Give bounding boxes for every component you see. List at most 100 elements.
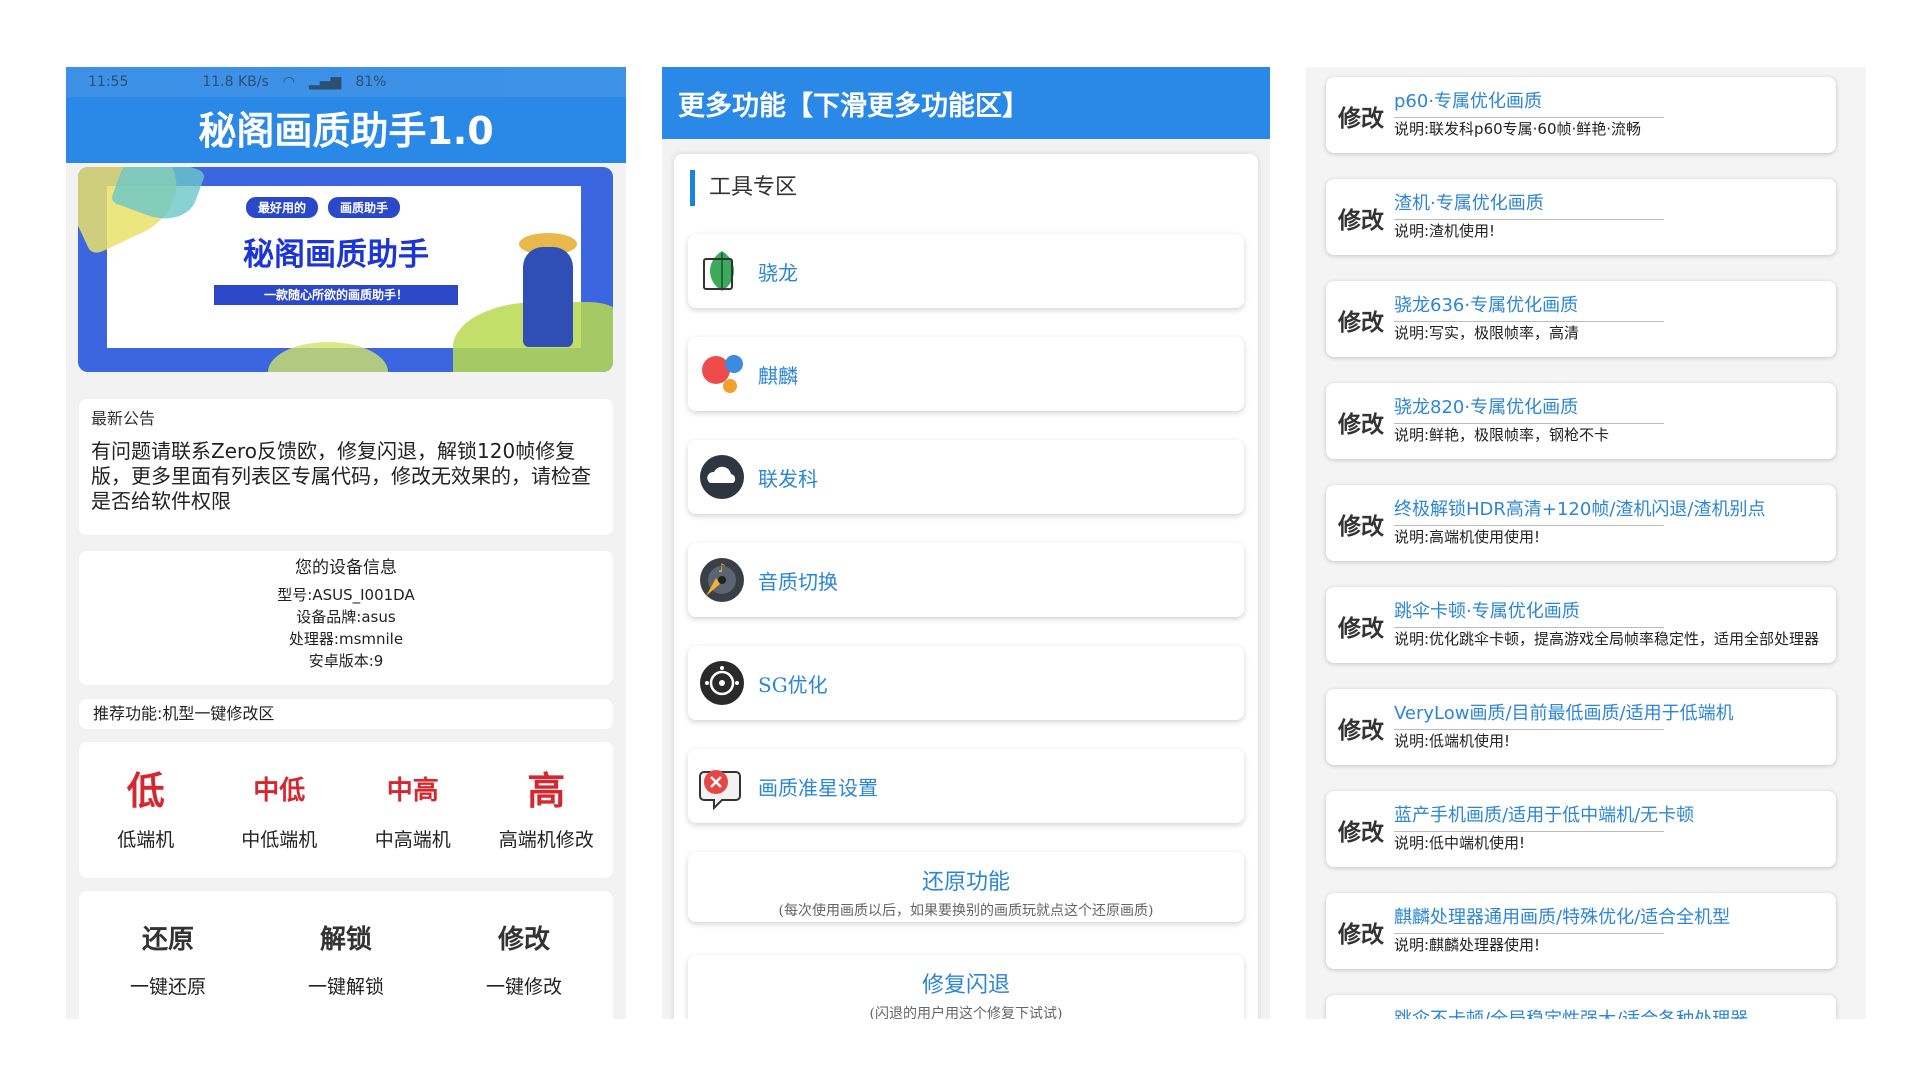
preset-item[interactable]: 修改 渣机·专属优化画质 说明:渣机使用!: [1326, 179, 1836, 255]
mode-mid-high-label: 中高端机: [374, 828, 451, 851]
preset-description: 说明:优化跳伞卡顿，提高游戏全局帧率稳定性，适用全部处理器: [1394, 630, 1820, 648]
preset-item[interactable]: 修改 骁龙636·专属优化画质 说明:写实，极限帧率，高清: [1326, 281, 1836, 357]
device-android-version: 安卓版本:9: [308, 652, 384, 670]
preset-title: 跳伞不卡顿/全局稳定性强大/适合各种处理器: [1394, 1005, 1748, 1019]
device-info-card: 您的设备信息 型号:ASUS_I001DA 设备品牌:asus 处理器:msmn…: [79, 551, 613, 685]
mode-mid-high-button[interactable]: 中高 中高端机: [353, 769, 473, 852]
ring-icon: [698, 659, 746, 707]
tool-kirin-button[interactable]: 麒麟: [688, 337, 1244, 411]
modify-button[interactable]: 修改: [1338, 405, 1384, 439]
preset-title: 渣机·专属优化画质: [1394, 189, 1664, 220]
preset-title: 蓝产手机画质/适用于低中端机/无卡顿: [1394, 801, 1694, 832]
modify-button[interactable]: 修改: [1338, 609, 1384, 643]
modify-button[interactable]: 修改: [1338, 303, 1384, 337]
more-features-title: 更多功能【下滑更多功能区】: [662, 79, 1270, 139]
preset-description: 说明:写实，极限帧率，高清: [1394, 324, 1580, 342]
tool-label: 画质准星设置: [758, 775, 878, 800]
preset-title: 骁龙820·专属优化画质: [1394, 393, 1664, 424]
modify-button[interactable]: 修改: [1338, 201, 1384, 235]
preset-item[interactable]: 修改 跳伞卡顿·专属优化画质 说明:优化跳伞卡顿，提高游戏全局帧率稳定性，适用全…: [1326, 587, 1836, 663]
preset-description: 说明:低端机使用!: [1394, 732, 1511, 750]
mode-high-glyph: 高: [527, 768, 566, 813]
preset-description: 说明:高端机使用使用!: [1394, 528, 1541, 546]
quick-action-grid: 还原 一键还原 解锁 一键解锁 修改 一键修改: [79, 891, 613, 1019]
modify-button[interactable]: 修改: [1338, 507, 1384, 541]
preset-title: 终极解锁HDR高清+120帧/渣机闪退/渣机别点: [1394, 495, 1765, 526]
unlock-glyph: 解锁: [319, 925, 372, 955]
preset-title: p60·专属优化画质: [1394, 87, 1664, 118]
cloud-icon: [698, 453, 746, 501]
tool-crosshair-settings-button[interactable]: 画质准星设置: [688, 749, 1244, 823]
preset-item[interactable]: 修改 终极解锁HDR高清+120帧/渣机闪退/渣机别点 说明:高端机使用使用!: [1326, 485, 1836, 561]
mode-low-label: 低端机: [117, 828, 175, 851]
mode-low-glyph: 低: [126, 768, 165, 813]
status-bar: [662, 67, 1270, 79]
tool-snapdragon-button[interactable]: 骁龙: [688, 234, 1244, 308]
preset-title: 跳伞卡顿·专属优化画质: [1394, 597, 1664, 628]
tool-mediatek-button[interactable]: 联发科: [688, 440, 1244, 514]
banner-pill: 画质助手: [328, 197, 401, 218]
restore-function-button[interactable]: 还原功能 (每次使用画质以后，如果要换别的画质玩就点这个还原画质): [688, 852, 1244, 922]
tool-label: 联发科: [758, 466, 818, 491]
preset-item[interactable]: 修改 VeryLow画质/目前最低画质/适用于低端机 说明:低端机使用!: [1326, 689, 1836, 765]
more-features-screen: 更多功能【下滑更多功能区】 工具专区 骁龙 麒麟 联发科 ♪ 音质切换 SG优化…: [662, 67, 1270, 1019]
modify-button[interactable]: 修改: [1338, 915, 1384, 949]
preset-description: 说明:低中端机使用!: [1394, 834, 1526, 852]
unlock-all-button[interactable]: 解锁 一键解锁: [276, 919, 416, 999]
mode-high-button[interactable]: 高 高端机修改: [486, 769, 606, 852]
mode-low-button[interactable]: 低 低端机: [86, 769, 206, 852]
notice-text: 有问题请联系Zero反馈欧，修复闪退，解锁120帧修复版，更多里面有列表区专属代…: [91, 439, 591, 513]
banner-subtitle: 一款随心所欲的画质助手！: [214, 285, 458, 305]
preset-item[interactable]: 修改 蓝产手机画质/适用于低中端机/无卡顿 说明:低中端机使用!: [1326, 791, 1836, 867]
notice-card: 最新公告 有问题请联系Zero反馈欧，修复闪退，解锁120帧修复版，更多里面有列…: [79, 399, 613, 535]
modify-button[interactable]: 修改: [1338, 1017, 1384, 1019]
tools-card: 工具专区 骁龙 麒麟 联发科 ♪ 音质切换 SG优化 画质准星设置 还原功能 (…: [674, 154, 1258, 1019]
modify-button[interactable]: 修改: [1338, 99, 1384, 133]
main-screen: 11:55 11.8 KB/s ◠ ▂▄▆ 81% 秘阁画质助手1.0 最好用的…: [66, 67, 626, 1019]
mode-mid-low-glyph: 中低: [253, 775, 306, 806]
unlock-label: 一键解锁: [307, 976, 384, 998]
tool-sg-optimize-button[interactable]: SG优化: [688, 646, 1244, 720]
girl-illustration-icon: [523, 247, 573, 347]
mode-mid-high-glyph: 中高: [386, 775, 439, 806]
crosshair-icon: [698, 762, 746, 811]
tool-label: 音质切换: [758, 569, 838, 594]
fix-crash-title: 修复闪退: [921, 973, 1010, 998]
status-battery: 81%: [355, 74, 387, 90]
device-info-heading: 您的设备信息: [295, 558, 397, 578]
preset-item[interactable]: 修改 跳伞不卡顿/全局稳定性强大/适合各种处理器: [1326, 995, 1836, 1019]
preset-description: 说明:鲜艳，极限帧率，钢枪不卡: [1394, 426, 1610, 444]
recommend-label: 推荐功能:机型一键修改区: [79, 699, 613, 729]
modify-all-button[interactable]: 修改 一键修改: [454, 919, 594, 999]
preset-item[interactable]: 修改 骁龙820·专属优化画质 说明:鲜艳，极限帧率，钢枪不卡: [1326, 383, 1836, 459]
status-net-speed: 11.8 KB/s: [202, 74, 269, 90]
fix-crash-button[interactable]: 修复闪退 (闪退的用户用这个修复下试试): [688, 955, 1244, 1019]
preset-title: VeryLow画质/目前最低画质/适用于低端机: [1394, 699, 1734, 730]
leaf-icon: [698, 247, 746, 295]
preset-item[interactable]: 修改 p60·专属优化画质 说明:联发科p60专属·60帧·鲜艳·流畅: [1326, 77, 1836, 153]
preset-item[interactable]: 修改 麒麟处理器通用画质/特殊优化/适合全机型 说明:麒麟处理器使用!: [1326, 893, 1836, 969]
bubbles-icon: [698, 350, 746, 398]
device-mode-grid: 低 低端机 中低 中低端机 中高 中高端机 高 高端机修改: [79, 742, 613, 878]
quality-presets-screen: 修改 p60·专属优化画质 说明:联发科p60专属·60帧·鲜艳·流畅 修改 渣…: [1306, 67, 1866, 1019]
status-bar: 11:55 11.8 KB/s ◠ ▂▄▆ 81%: [66, 67, 626, 97]
tools-section-heading: 工具专区: [690, 170, 797, 206]
tool-audio-switch-button[interactable]: ♪ 音质切换: [688, 543, 1244, 617]
wifi-icon: ◠: [282, 74, 295, 90]
preset-description: 说明:联发科p60专属·60帧·鲜艳·流畅: [1394, 120, 1642, 138]
modify-button[interactable]: 修改: [1338, 813, 1384, 847]
restore-all-button[interactable]: 还原 一键还原: [98, 919, 238, 999]
modify-button[interactable]: 修改: [1338, 711, 1384, 745]
restore-label: 一键还原: [129, 976, 206, 998]
device-model: 型号:ASUS_I001DA: [277, 586, 415, 604]
preset-description: 说明:渣机使用!: [1394, 222, 1496, 240]
device-cpu: 处理器:msmnile: [288, 630, 404, 648]
preset-title: 骁龙636·专属优化画质: [1394, 291, 1664, 322]
tool-label: 麒麟: [758, 363, 798, 388]
preset-title: 麒麟处理器通用画质/特殊优化/适合全机型: [1394, 903, 1730, 934]
signal-icon: ▂▄▆: [309, 74, 342, 90]
tool-label: 骁龙: [758, 260, 798, 285]
tool-label: SG优化: [758, 672, 828, 697]
device-brand: 设备品牌:asus: [296, 608, 396, 626]
mode-mid-low-button[interactable]: 中低 中低端机: [219, 769, 339, 852]
